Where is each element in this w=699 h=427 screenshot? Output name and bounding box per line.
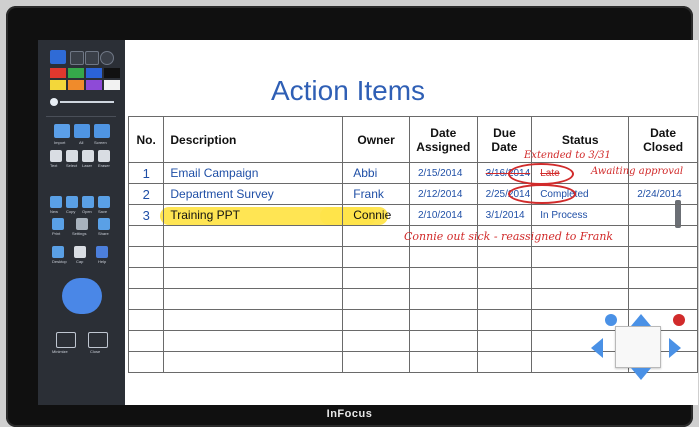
new-icon[interactable] (50, 196, 62, 208)
left-toolbar: Import All Screen Text Select Laser Eras… (38, 40, 125, 405)
nav-up-arrow-icon[interactable] (631, 314, 651, 326)
toolbar-label-eraser: Eraser (98, 163, 110, 168)
nav-close-icon[interactable] (673, 314, 685, 326)
toolbar-divider (46, 116, 116, 117)
color-swatch-black[interactable] (104, 68, 120, 78)
page-navigation-widget (591, 314, 685, 380)
cell-owner: Frank (342, 183, 410, 205)
cell-due-date: 3/1/2014 (476, 204, 533, 226)
toolbar-label-select: Select (66, 163, 78, 168)
brush-size-slider-knob[interactable] (50, 98, 58, 106)
color-swatch-yellow[interactable] (50, 80, 66, 90)
cell-description: Email Campaign (163, 162, 344, 184)
page-thumbnail[interactable] (615, 326, 661, 368)
square-tool-icon[interactable] (85, 51, 99, 65)
move-arrows-icon[interactable] (62, 278, 102, 314)
color-swatch-purple[interactable] (86, 80, 102, 90)
toolbar-label-screen: Screen (94, 140, 107, 145)
select-icon[interactable] (66, 150, 78, 162)
header-description: Description (163, 116, 344, 163)
cell-date-assigned: 2/12/2014 (408, 183, 478, 205)
arrow-tool-icon[interactable] (70, 51, 84, 65)
settings-icon[interactable] (76, 218, 88, 230)
toolbar-label-desktop: Desktop (52, 259, 67, 264)
toolbar-label-text: Text (50, 163, 58, 168)
toolbar-label-close: Close (90, 349, 101, 354)
save-icon[interactable] (98, 196, 110, 208)
toolbar-label-new: New (50, 209, 59, 214)
cell-description: Department Survey (163, 183, 344, 205)
color-swatch-blue[interactable] (86, 68, 102, 78)
header-no: No. (127, 116, 165, 163)
screen-icon[interactable] (94, 124, 110, 138)
print-icon[interactable] (52, 218, 64, 230)
annotation-late-oval (508, 163, 574, 185)
header-date-closed: Date Closed (628, 116, 698, 163)
nav-left-arrow-icon[interactable] (591, 338, 603, 358)
header-owner: Owner (342, 116, 410, 163)
laser-icon[interactable] (82, 150, 94, 162)
toolbar-label-all: All (79, 140, 84, 145)
nav-add-icon[interactable] (605, 314, 617, 326)
table-row-empty[interactable] (127, 288, 698, 310)
text-icon[interactable] (50, 150, 62, 162)
all-icon[interactable] (74, 124, 90, 138)
cell-no: 3 (127, 204, 165, 226)
toolbar-label-open: Open (82, 209, 92, 214)
cell-date-assigned: 2/15/2014 (408, 162, 478, 184)
toolbar-label-share: Share (98, 231, 109, 236)
circle-tool-icon[interactable] (100, 51, 114, 65)
cell-owner: Abbi (342, 162, 410, 184)
cell-no: 2 (127, 183, 165, 205)
toolbar-label-save: Save (98, 209, 108, 214)
color-swatch-orange[interactable] (68, 80, 84, 90)
copy-icon[interactable] (66, 196, 78, 208)
table-row-empty[interactable] (127, 246, 698, 268)
annotation-extended: Extended to 3/31 (524, 150, 611, 161)
toolbar-label-settings: Settings (72, 231, 87, 236)
annotation-completed-oval (508, 184, 576, 204)
page-title: Action Items (270, 75, 426, 106)
cap-icon[interactable] (74, 246, 86, 258)
table-row[interactable]: 2 Department Survey Frank 2/12/2014 2/25… (127, 183, 698, 205)
color-swatch-red[interactable] (50, 68, 66, 78)
toolbar-label-import: Import (54, 140, 66, 145)
cell-date-closed: 2/24/2014 (628, 183, 698, 205)
toolbar-label-copy: Copy (66, 209, 76, 214)
whiteboard-screen: Import All Screen Text Select Laser Eras… (38, 40, 698, 405)
cell-description: Training PPT (163, 204, 344, 226)
pen-tool-icon[interactable] (50, 50, 66, 64)
close-icon[interactable] (88, 332, 108, 348)
brush-size-slider[interactable] (60, 101, 114, 103)
nav-right-arrow-icon[interactable] (669, 338, 681, 358)
toolbar-label-cap: Cap (76, 259, 84, 264)
share-icon[interactable] (98, 218, 110, 230)
toolbar-label-print: Print (52, 231, 61, 236)
help-icon[interactable] (96, 246, 108, 258)
open-icon[interactable] (82, 196, 94, 208)
annotation-connie-note: Connie out sick - reassigned to Frank (404, 230, 614, 243)
desktop-icon[interactable] (52, 246, 64, 258)
cell-status: In Process (531, 204, 630, 226)
display-brand: InFocus (326, 408, 373, 420)
cell-date-assigned: 2/10/2014 (408, 204, 478, 226)
color-swatch-white[interactable] (104, 80, 120, 90)
color-swatch-green[interactable] (68, 68, 84, 78)
toolbar-label-laser: Laser (82, 163, 93, 168)
toolbar-label-minimize: Minimize (52, 349, 68, 354)
table-row[interactable]: 3 Training PPT Connie 2/10/2014 3/1/2014… (127, 204, 698, 226)
cell-date-closed (628, 204, 698, 226)
toolbar-label-help: Help (98, 259, 107, 264)
minimize-icon[interactable] (56, 332, 76, 348)
eraser-icon[interactable] (98, 150, 110, 162)
annotation-awaiting-approval: Awaiting approval (591, 166, 684, 177)
table-row-empty[interactable] (127, 267, 698, 289)
import-icon[interactable] (54, 124, 70, 138)
header-date-assigned: Date Assigned (408, 116, 478, 163)
nav-down-arrow-icon[interactable] (631, 368, 651, 380)
cell-no: 1 (127, 162, 165, 184)
cell-owner: Connie (342, 204, 410, 226)
